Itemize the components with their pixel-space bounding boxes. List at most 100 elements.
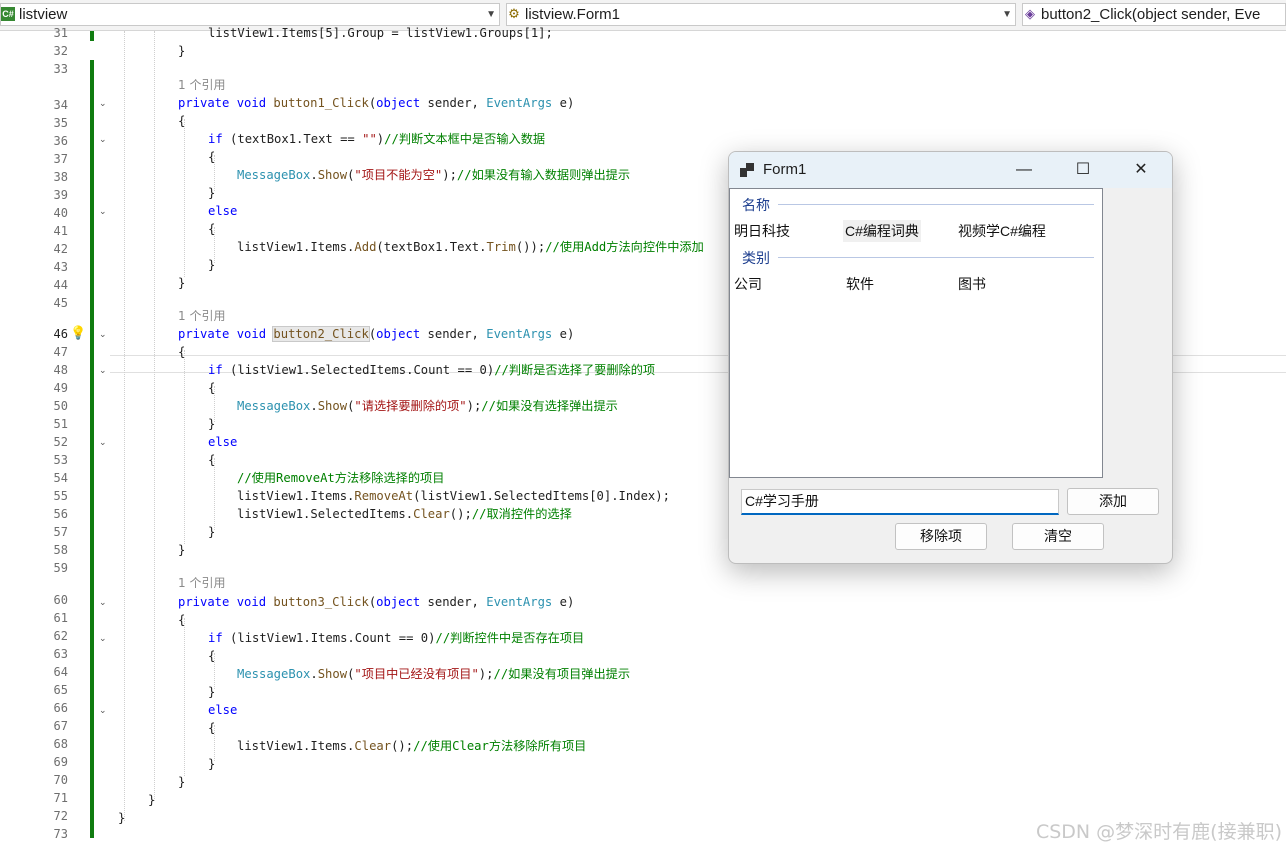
- line-number: 47: [53, 345, 68, 359]
- line-number: 48: [53, 363, 68, 377]
- code-line-35: {: [178, 114, 186, 128]
- line-number: 38: [53, 170, 68, 184]
- member-name: button2_Click(object sender, Eve: [1041, 6, 1261, 23]
- line-number: 32: [53, 44, 68, 58]
- close-button[interactable]: ✕: [1118, 152, 1164, 188]
- collapse-icon[interactable]: ⌄: [99, 134, 109, 144]
- line-number: 43: [53, 260, 68, 274]
- line-number-row: 35: [0, 114, 1286, 132]
- line-number-row: 32: [0, 42, 1286, 60]
- class-name: listview.Form1: [525, 6, 621, 23]
- line-number: 53: [53, 453, 68, 467]
- collapse-icon[interactable]: ⌄: [99, 98, 109, 108]
- code-line-36: if (textBox1.Text == "")//判断文本框中是否输入数据: [208, 132, 546, 146]
- line-number-row: 61: [0, 609, 1286, 627]
- line-number: 51: [53, 417, 68, 431]
- collapse-icon[interactable]: ⌄: [99, 633, 109, 643]
- code-line-61: {: [178, 613, 186, 627]
- item-textbox[interactable]: C#学习手册: [741, 489, 1059, 515]
- code-line-58: }: [178, 543, 186, 557]
- code-line-64: MessageBox.Show("项目中已经没有项目");//如果没有项目弹出提…: [237, 667, 631, 681]
- code-line-65: }: [208, 685, 216, 699]
- code-line-32: }: [178, 44, 186, 58]
- line-number: 41: [53, 224, 68, 238]
- list-item[interactable]: 软件: [844, 273, 876, 295]
- code-line-70: }: [178, 775, 186, 789]
- code-line-46: private void button2_Click(object sender…: [178, 326, 575, 342]
- line-number: 49: [53, 381, 68, 395]
- minimize-button[interactable]: —: [1001, 152, 1047, 188]
- collapse-icon[interactable]: ⌄: [99, 437, 109, 447]
- chevron-down-icon: ▼: [486, 9, 496, 20]
- line-number: 31: [53, 26, 68, 40]
- code-line-68: listView1.Items.Clear();//使用Clear方法移除所有项…: [237, 739, 587, 753]
- group-header[interactable]: 名称: [742, 195, 770, 215]
- code-line-42: listView1.Items.Add(textBox1.Text.Trim()…: [237, 240, 704, 254]
- line-number: 52: [53, 435, 68, 449]
- list-item[interactable]: 视频学C#编程: [956, 220, 1048, 242]
- group-header[interactable]: 类别: [742, 248, 770, 268]
- code-line-51: }: [208, 417, 216, 431]
- watermark: CSDN @梦深时有鹿(接兼职): [1035, 821, 1282, 843]
- line-number-row: 31: [0, 24, 1286, 42]
- clear-button[interactable]: 清空: [1012, 523, 1104, 550]
- form-title: Form1: [763, 161, 807, 178]
- code-line-39: }: [208, 186, 216, 200]
- code-line-54: //使用RemoveAt方法移除选择的项目: [237, 471, 445, 485]
- line-number: 65: [53, 683, 68, 697]
- collapse-icon[interactable]: ⌄: [99, 597, 109, 607]
- code-line-60: private void button3_Click(object sender…: [178, 595, 575, 609]
- code-line-50: MessageBox.Show("请选择要删除的项");//如果没有选择弹出提示: [237, 399, 618, 413]
- project-dropdown[interactable]: C# listview ▼: [0, 3, 500, 26]
- code-line-57: }: [208, 525, 216, 539]
- method-icon: ◈: [1025, 6, 1035, 21]
- line-number: 40: [53, 206, 68, 220]
- csharp-project-icon: C#: [1, 7, 15, 21]
- line-number-row: 71: [0, 789, 1286, 807]
- code-line-66: else: [208, 703, 238, 717]
- class-dropdown[interactable]: ⚙ listview.Form1 ▼: [506, 3, 1016, 26]
- line-number-row: 64: [0, 663, 1286, 681]
- remove-item-button[interactable]: 移除项: [895, 523, 987, 550]
- list-item[interactable]: C#编程词典: [843, 220, 921, 242]
- line-number: 45: [53, 296, 68, 310]
- group-divider: [778, 204, 1094, 205]
- line-number: 66: [53, 701, 68, 715]
- line-number: 68: [53, 737, 68, 751]
- line-number-row: 63: [0, 645, 1286, 663]
- line-number-row: 67: [0, 717, 1286, 735]
- line-number: 54: [53, 471, 68, 485]
- code-line-49: {: [208, 381, 216, 395]
- line-number-row: 65: [0, 681, 1286, 699]
- chevron-down-icon: ▼: [1002, 9, 1012, 20]
- lightbulb-icon[interactable]: 💡: [70, 325, 86, 341]
- code-line-71: }: [148, 793, 156, 807]
- listview[interactable]: 名称 明日科技 C#编程词典 视频学C#编程 类别 公司 软件 图书: [729, 188, 1103, 478]
- reference-count-link[interactable]: 1 个引用: [178, 574, 225, 592]
- list-item[interactable]: 图书: [956, 273, 988, 295]
- member-dropdown[interactable]: ◈ button2_Click(object sender, Eve: [1022, 3, 1286, 26]
- list-item[interactable]: 公司: [732, 273, 764, 295]
- line-number: 34: [53, 98, 68, 112]
- code-line-55: listView1.Items.RemoveAt(listView1.Selec…: [237, 489, 670, 503]
- collapse-icon[interactable]: ⌄: [99, 329, 109, 339]
- add-button[interactable]: 添加: [1067, 488, 1159, 515]
- line-number-row: 36: [0, 132, 1286, 150]
- reference-count-link[interactable]: 1 个引用: [178, 307, 225, 325]
- code-line-67: {: [208, 721, 216, 735]
- line-number: 37: [53, 152, 68, 166]
- line-number: 46: [53, 327, 68, 341]
- code-line-48: if (listView1.SelectedItems.Count == 0)/…: [208, 363, 656, 377]
- collapse-icon[interactable]: ⌄: [99, 365, 109, 375]
- reference-count-link[interactable]: 1 个引用: [178, 76, 225, 94]
- code-line-72: }: [118, 811, 126, 825]
- line-number: 44: [53, 278, 68, 292]
- line-number: 50: [53, 399, 68, 413]
- code-line-47: {: [178, 345, 186, 359]
- collapse-icon[interactable]: ⌄: [99, 206, 109, 216]
- maximize-button[interactable]: ☐: [1060, 152, 1106, 188]
- list-item[interactable]: 明日科技: [732, 220, 792, 242]
- collapse-icon[interactable]: ⌄: [99, 705, 109, 715]
- form-titlebar[interactable]: Form1 — ☐ ✕: [729, 152, 1172, 188]
- line-number-row: 68: [0, 735, 1286, 753]
